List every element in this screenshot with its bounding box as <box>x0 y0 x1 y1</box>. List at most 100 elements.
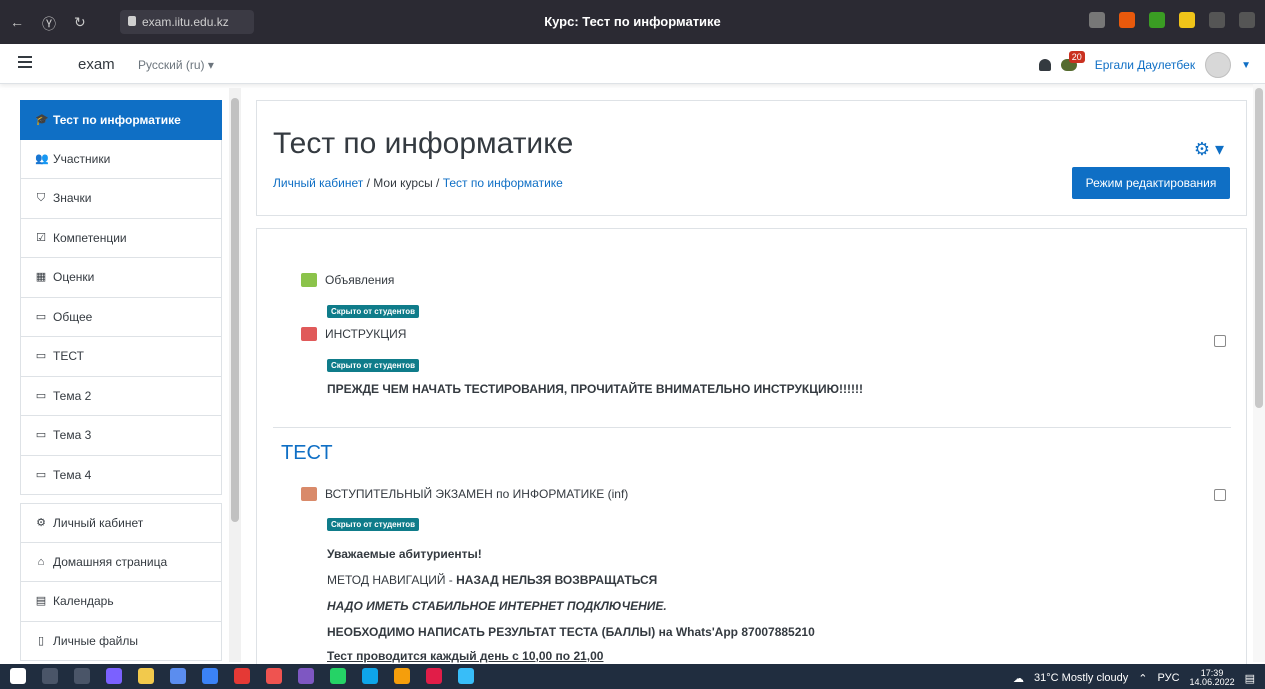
download-icon[interactable] <box>1239 12 1255 28</box>
notifications-icon[interactable]: ▤ <box>1245 672 1255 685</box>
app-icon[interactable] <box>106 668 122 684</box>
breadcrumb-my-courses[interactable]: Мои курсы <box>373 176 432 190</box>
weather-icon[interactable]: ☁ <box>1013 672 1024 685</box>
sidebar-item-badges[interactable]: ⛉ Значки <box>20 179 222 219</box>
page-scrollbar[interactable] <box>1253 84 1265 662</box>
breadcrumb-dashboard[interactable]: Личный кабинет <box>273 176 363 190</box>
sidebar-item-label: Тема 2 <box>53 388 92 403</box>
extension-icon[interactable] <box>1149 12 1165 28</box>
sidebar-item-label: Оценки <box>53 270 95 285</box>
menu-icon[interactable] <box>1209 12 1225 28</box>
hidden-badge: Скрыто от студентов <box>327 518 420 531</box>
yandex-icon[interactable] <box>426 668 442 684</box>
sidebar-item-general[interactable]: ▭ Общее <box>20 297 222 337</box>
chevron-up-icon[interactable]: ⌃ <box>1138 672 1147 685</box>
clock[interactable]: 17:39 14.06.2022 <box>1190 669 1235 687</box>
completion-checkbox[interactable] <box>1214 335 1226 347</box>
extension-icon[interactable] <box>1119 12 1135 28</box>
greeting-text: Уважаемые абитуриенты! <box>327 547 482 561</box>
avatar[interactable] <box>1205 52 1232 78</box>
system-tray: ☁ 31°C Mostly cloudy ⌃ РУС 17:39 14.06.2… <box>1013 669 1255 687</box>
sublime-icon[interactable] <box>394 668 410 684</box>
sidebar-item-test[interactable]: ▭ ТЕСТ <box>20 337 222 377</box>
sidebar-item-label: Значки <box>53 191 92 206</box>
sidebar-divider <box>20 495 222 503</box>
sidebar-item-label: Тест по информатике <box>53 112 181 127</box>
breadcrumb: Личный кабинет / Мои курсы / Тест по инф… <box>273 176 563 190</box>
sidebar-item-dashboard[interactable]: ⚙ Личный кабинет <box>20 503 222 543</box>
sidebar-item-label: ТЕСТ <box>53 349 84 364</box>
bell-icon[interactable] <box>1038 59 1051 71</box>
breadcrumb-course[interactable]: Тест по информатике <box>443 176 563 190</box>
browser-extensions <box>1089 12 1255 28</box>
activity-announcements[interactable]: Объявления <box>301 273 394 287</box>
yandex-browser-icon[interactable] <box>234 668 250 684</box>
sidebar-item-label: Личные файлы <box>53 633 138 648</box>
language-selector[interactable]: Русский (ru) ▾ <box>138 58 214 72</box>
user-area: 20 Ергали Даулетбек ▼ <box>1038 51 1251 78</box>
sidebar-item-course[interactable]: 🎓 Тест по информатике <box>20 100 222 140</box>
task-view-icon[interactable] <box>74 668 90 684</box>
completion-checkbox[interactable] <box>1214 489 1226 501</box>
sidebar-scrollbar[interactable] <box>229 88 241 662</box>
app-icon[interactable] <box>266 668 282 684</box>
sidebar-course-nav: 🎓 Тест по информатике 👥 Участники ⛉ Значки … <box>20 100 222 495</box>
scrollbar-thumb[interactable] <box>231 98 239 522</box>
warning-text: ПРЕЖДЕ ЧЕМ НАЧАТЬ ТЕСТИРОВАНИЯ, ПРОЧИТАЙ… <box>327 382 863 396</box>
sidebar-item-label: Тема 4 <box>53 467 92 482</box>
sidebar-item-participants[interactable]: 👥 Участники <box>20 139 222 179</box>
edit-mode-button[interactable]: Режим редактирования <box>1072 167 1230 199</box>
language-indicator[interactable]: РУС <box>1158 672 1180 684</box>
search-icon[interactable] <box>42 668 58 684</box>
folder-icon: ▭ <box>35 310 47 323</box>
scrollbar-thumb[interactable] <box>1255 88 1263 408</box>
activity-label: ИНСТРУКЦИЯ <box>325 327 407 341</box>
sidebar-item-files[interactable]: ▯ Личные файлы <box>20 621 222 661</box>
graduation-cap-icon: 🎓 <box>35 113 49 126</box>
mail-icon[interactable] <box>202 668 218 684</box>
sidebar-item-grades[interactable]: ▦ Оценки <box>20 258 222 298</box>
sidebar-item-topic-4[interactable]: ▭ Тема 4 <box>20 455 222 495</box>
sidebar-item-label: Тема 3 <box>53 428 92 443</box>
file-explorer-icon[interactable] <box>138 668 154 684</box>
folder-icon: ▭ <box>35 389 47 402</box>
visual-studio-icon[interactable] <box>298 668 314 684</box>
activity-instruction[interactable]: ИНСТРУКЦИЯ <box>301 327 406 341</box>
browser-page-title: Курс: Тест по информатике <box>544 14 721 29</box>
notification-badge: 20 <box>1068 51 1085 63</box>
sidebar-item-label: Личный кабинет <box>53 515 144 530</box>
dashboard-icon: ⚙ <box>36 516 46 529</box>
app-icon[interactable] <box>458 668 474 684</box>
activity-quiz[interactable]: ВСТУПИТЕЛЬНЫЙ ЭКЗАМЕН по ИНФОРМАТИКЕ (in… <box>301 487 628 501</box>
user-name[interactable]: Ергали Даулетбек <box>1095 58 1195 72</box>
navigation-method-prefix: МЕТОД НАВИГАЦИЙ - <box>327 573 457 587</box>
table-icon: ▦ <box>35 271 47 284</box>
chevron-down-icon[interactable]: ▼ <box>1241 60 1251 71</box>
sidebar-item-calendar[interactable]: ▤ Календарь <box>20 582 222 622</box>
site-brand[interactable]: exam <box>78 56 115 73</box>
whatsapp-icon[interactable] <box>330 668 346 684</box>
hamburger-menu-icon[interactable] <box>18 56 32 68</box>
sidebar-item-label: Общее <box>53 309 93 324</box>
app-icon[interactable] <box>170 668 186 684</box>
bookmark-icon[interactable] <box>1089 12 1105 28</box>
sidebar-item-home[interactable]: ⌂ Домашняя страница <box>20 542 222 582</box>
section-title[interactable]: ТЕСТ <box>281 442 333 465</box>
messages-icon[interactable]: 20 <box>1060 51 1085 71</box>
users-icon: 👥 <box>35 152 49 165</box>
sidebar-item-topic-2[interactable]: ▭ Тема 2 <box>20 376 222 416</box>
quiz-icon <box>301 487 317 501</box>
shield-icon: ⛉ <box>36 192 46 205</box>
page-title: Тест по информатике <box>273 127 574 160</box>
navigation-method-bold: НАЗАД НЕЛЬЗЯ ВОЗВРАЩАТЬСЯ <box>456 573 658 587</box>
weather-text[interactable]: 31°C Mostly cloudy <box>1034 672 1128 684</box>
edge-icon[interactable] <box>362 668 378 684</box>
course-header: Тест по информатике Личный кабинет / Мои… <box>256 100 1247 216</box>
gear-icon[interactable]: ⚙ ▾ <box>1194 139 1224 160</box>
whatsapp-text: НЕОБХОДИМО НАПИСАТЬ РЕЗУЛЬТАТ ТЕСТА (БАЛ… <box>327 625 815 639</box>
folder-icon: ▭ <box>35 429 47 442</box>
sidebar-item-topic-3[interactable]: ▭ Тема 3 <box>20 416 222 456</box>
battery-icon[interactable] <box>1179 12 1195 28</box>
sidebar-item-competencies[interactable]: ☑ Компетенции <box>20 218 222 258</box>
windows-start-icon[interactable] <box>10 668 26 684</box>
